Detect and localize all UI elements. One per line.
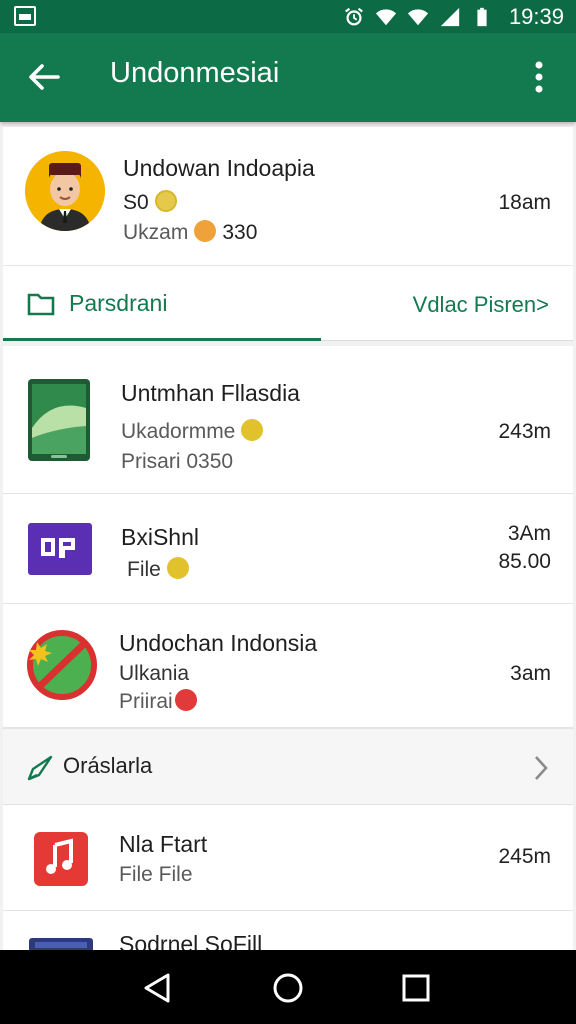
alarm-icon [345,7,363,25]
tabs-row: Parsdrani Vdlac Pisren> [3,265,573,341]
wifi-icon [375,8,397,25]
item-title: Sodrnel SoFill [119,931,263,950]
tab-parsdrani-label: Parsdrani [69,290,168,316]
tab-parsdrani[interactable]: Parsdrani [27,290,167,317]
image-icon [14,6,36,26]
list-item[interactable]: BxiShnl File 3Am 85.00 [3,494,573,604]
folder-app-icon [29,938,93,950]
music-note-icon [34,832,88,886]
no-entry-badge-icon [27,630,97,700]
item-sub2: Prisari 0350 [121,450,234,473]
app-bar: Undonmesiai [0,33,576,122]
wifi-icon [407,8,429,25]
badge-icon [174,689,197,712]
signal-icon [440,7,460,26]
chevron-right-icon [535,756,548,780]
nav-back-icon[interactable] [142,972,172,1004]
battery-icon [477,7,487,26]
item-time: 243m [498,420,551,443]
active-tab-indicator [3,338,321,341]
item-sub2-text: Priirai [119,690,173,713]
section-header[interactable]: Oráslarla [3,728,573,805]
item-title: Undochan Indonsia [119,630,318,656]
coin-icon [194,220,217,243]
item-time: 245m [498,845,551,868]
item-time: 3Am [507,522,551,545]
item-sub2: Priirai [119,689,197,714]
item-sub1-text: File [127,558,161,581]
item-sub1: Ulkania [119,662,190,685]
profile-line2-value: 330 [222,221,258,244]
list-item[interactable]: Sodrnel SoFill [3,911,573,950]
section-label: Oráslarla [63,753,153,778]
person-avatar-icon [25,151,105,231]
item-sub1: File [127,557,189,582]
tab-view-more-link[interactable]: Vdlac Pisren> [413,292,549,318]
coin-icon [154,190,177,213]
navigation-bar [0,950,576,1024]
profile-line2: Ukzam 330 [123,220,258,245]
page-title: Undonmesiai [110,57,280,89]
arrow-back-icon[interactable] [24,57,64,97]
item-sub1-text: Ukadormme [121,420,236,443]
rocket-icon [27,755,53,781]
profile-line2-label: Ukzam [123,221,189,244]
status-icons: 19:39 [343,0,564,33]
profile-name: Undowan Indoapia [123,155,315,181]
item-title: BxiShnl [121,524,199,550]
item-sub1: Ukadormme [121,419,264,444]
item-amount: 85.00 [498,550,551,573]
profile-line1: S0 [123,190,177,215]
profile-card[interactable]: Undowan Indoapia S0 Ukzam 330 18am Parsdr… [3,127,573,341]
nav-home-icon[interactable] [272,972,304,1004]
list-item[interactable]: Nla Ftart File File 245m [3,805,573,911]
list-item[interactable]: Undochan Indonsia Ulkania Priirai 3am [3,604,573,728]
profile-line1-text: S0 [123,191,149,214]
item-title: Untmhan Fllasdia [121,380,300,406]
nav-recents-icon[interactable] [401,973,431,1003]
tablet-app-icon [28,379,90,461]
item-time: 3am [510,662,551,685]
list-item[interactable]: Untmhan Fllasdia Ukadormme Prisari 0350 … [3,346,573,494]
profile-time: 18am [498,191,551,214]
more-vert-icon[interactable] [524,59,554,95]
status-time: 19:39 [508,3,564,29]
status-bar: 19:39 [0,0,576,33]
coin-icon [241,419,264,442]
list-card: Untmhan Fllasdia Ukadormme Prisari 0350 … [3,346,573,950]
item-title: Nla Ftart [119,831,208,857]
coin-icon [166,557,189,580]
folder-icon [27,293,55,315]
item-sub1: File File [119,863,193,886]
purple-app-icon [28,523,92,575]
